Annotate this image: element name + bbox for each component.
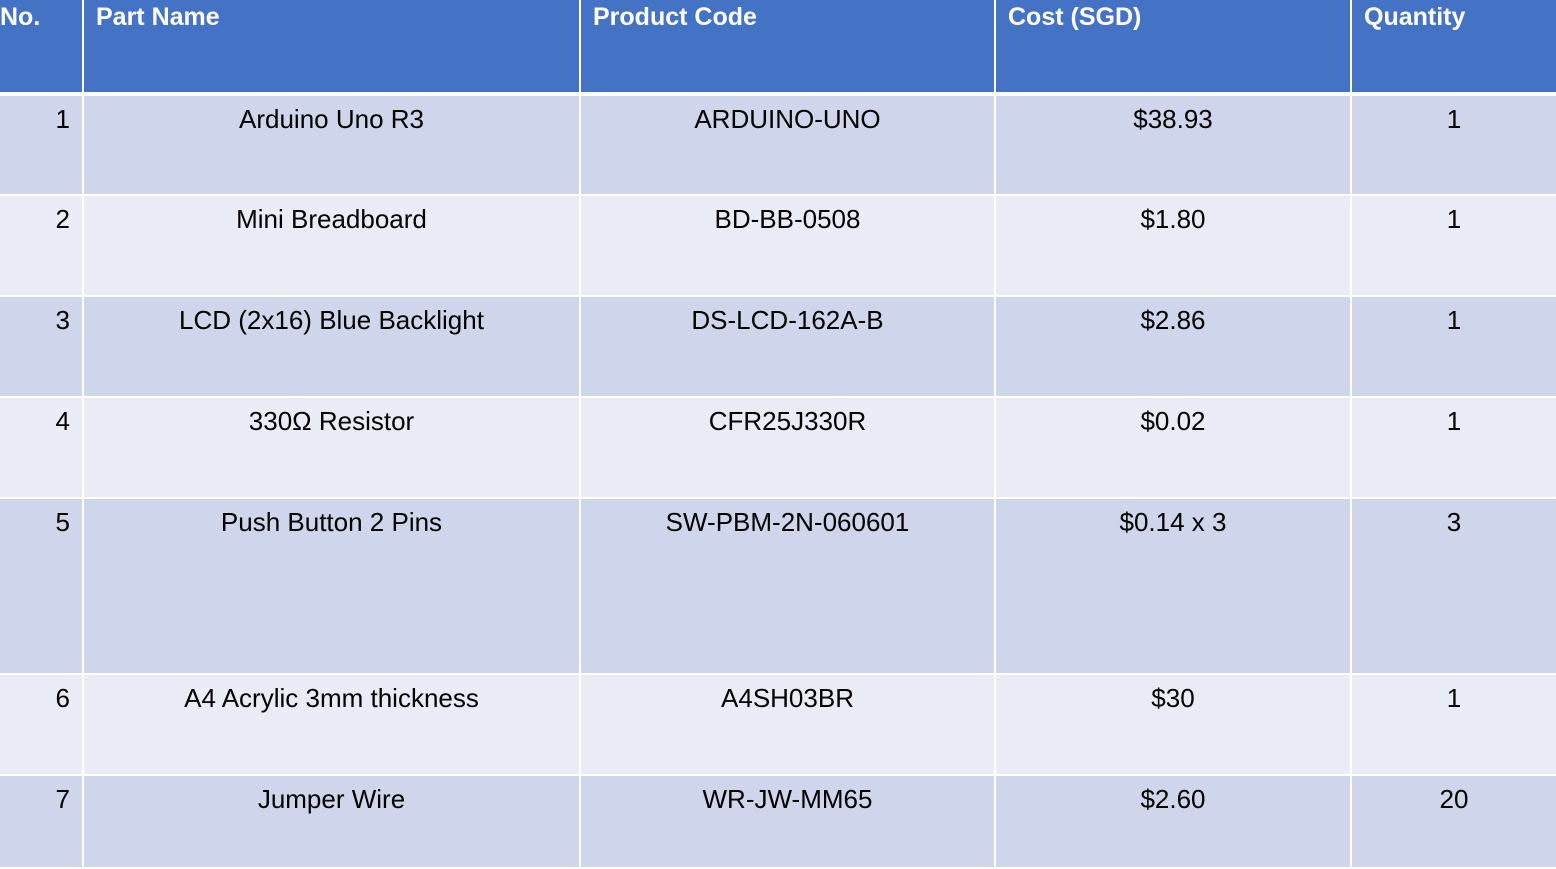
header-row: No. Part Name Product Code Cost (SGD) Qu… xyxy=(0,0,1556,96)
header-part-name: Part Name xyxy=(82,0,580,96)
cell-product-code: A4SH03BR xyxy=(579,674,995,776)
cell-cost: $0.02 xyxy=(994,397,1351,499)
cell-no: 5 xyxy=(0,498,83,675)
cell-quantity: 1 xyxy=(1350,296,1556,398)
cell-quantity: 1 xyxy=(1350,195,1556,297)
cell-no: 2 xyxy=(0,195,83,297)
cell-cost: $0.14 x 3 xyxy=(994,498,1351,675)
cell-quantity: 20 xyxy=(1350,775,1556,869)
cell-quantity: 1 xyxy=(1350,397,1556,499)
header-cost: Cost (SGD) xyxy=(994,0,1351,96)
cell-part-name: Jumper Wire xyxy=(82,775,580,869)
cell-product-code: WR-JW-MM65 xyxy=(579,775,995,869)
header-quantity: Quantity xyxy=(1350,0,1556,96)
cell-no: 1 xyxy=(0,94,83,196)
parts-list-table: No. Part Name Product Code Cost (SGD) Qu… xyxy=(0,0,1556,869)
cell-quantity: 1 xyxy=(1350,94,1556,196)
cell-product-code: ARDUINO-UNO xyxy=(579,94,995,196)
cell-no: 7 xyxy=(0,775,83,869)
cell-product-code: SW-PBM-2N-060601 xyxy=(579,498,995,675)
cell-product-code: CFR25J330R xyxy=(579,397,995,499)
table-row: 4 330Ω Resistor CFR25J330R $0.02 1 xyxy=(0,397,1556,499)
cell-cost: $1.80 xyxy=(994,195,1351,297)
cell-quantity: 1 xyxy=(1350,674,1556,776)
cell-quantity: 3 xyxy=(1350,498,1556,675)
cell-part-name: LCD (2x16) Blue Backlight xyxy=(82,296,580,398)
cell-cost: $2.86 xyxy=(994,296,1351,398)
table-row: 1 Arduino Uno R3 ARDUINO-UNO $38.93 1 xyxy=(0,94,1556,196)
cell-part-name: A4 Acrylic 3mm thickness xyxy=(82,674,580,776)
table-row: 6 A4 Acrylic 3mm thickness A4SH03BR $30 … xyxy=(0,674,1556,776)
cell-part-name: 330Ω Resistor xyxy=(82,397,580,499)
table-row: 2 Mini Breadboard BD-BB-0508 $1.80 1 xyxy=(0,195,1556,297)
header-product-code: Product Code xyxy=(579,0,995,96)
cell-no: 3 xyxy=(0,296,83,398)
cell-part-name: Push Button 2 Pins xyxy=(82,498,580,675)
table-header: No. Part Name Product Code Cost (SGD) Qu… xyxy=(0,0,1556,96)
table-row: 3 LCD (2x16) Blue Backlight DS-LCD-162A-… xyxy=(0,296,1556,398)
cell-no: 4 xyxy=(0,397,83,499)
table-row: 7 Jumper Wire WR-JW-MM65 $2.60 20 xyxy=(0,775,1556,869)
cell-cost: $38.93 xyxy=(994,94,1351,196)
table-row: 5 Push Button 2 Pins SW-PBM-2N-060601 $0… xyxy=(0,498,1556,675)
cell-product-code: BD-BB-0508 xyxy=(579,195,995,297)
cell-part-name: Mini Breadboard xyxy=(82,195,580,297)
cell-no: 6 xyxy=(0,674,83,776)
cell-part-name: Arduino Uno R3 xyxy=(82,94,580,196)
cell-product-code: DS-LCD-162A-B xyxy=(579,296,995,398)
table-body: 1 Arduino Uno R3 ARDUINO-UNO $38.93 1 2 … xyxy=(0,94,1556,869)
cell-cost: $30 xyxy=(994,674,1351,776)
header-no: No. xyxy=(0,0,83,96)
cell-cost: $2.60 xyxy=(994,775,1351,869)
